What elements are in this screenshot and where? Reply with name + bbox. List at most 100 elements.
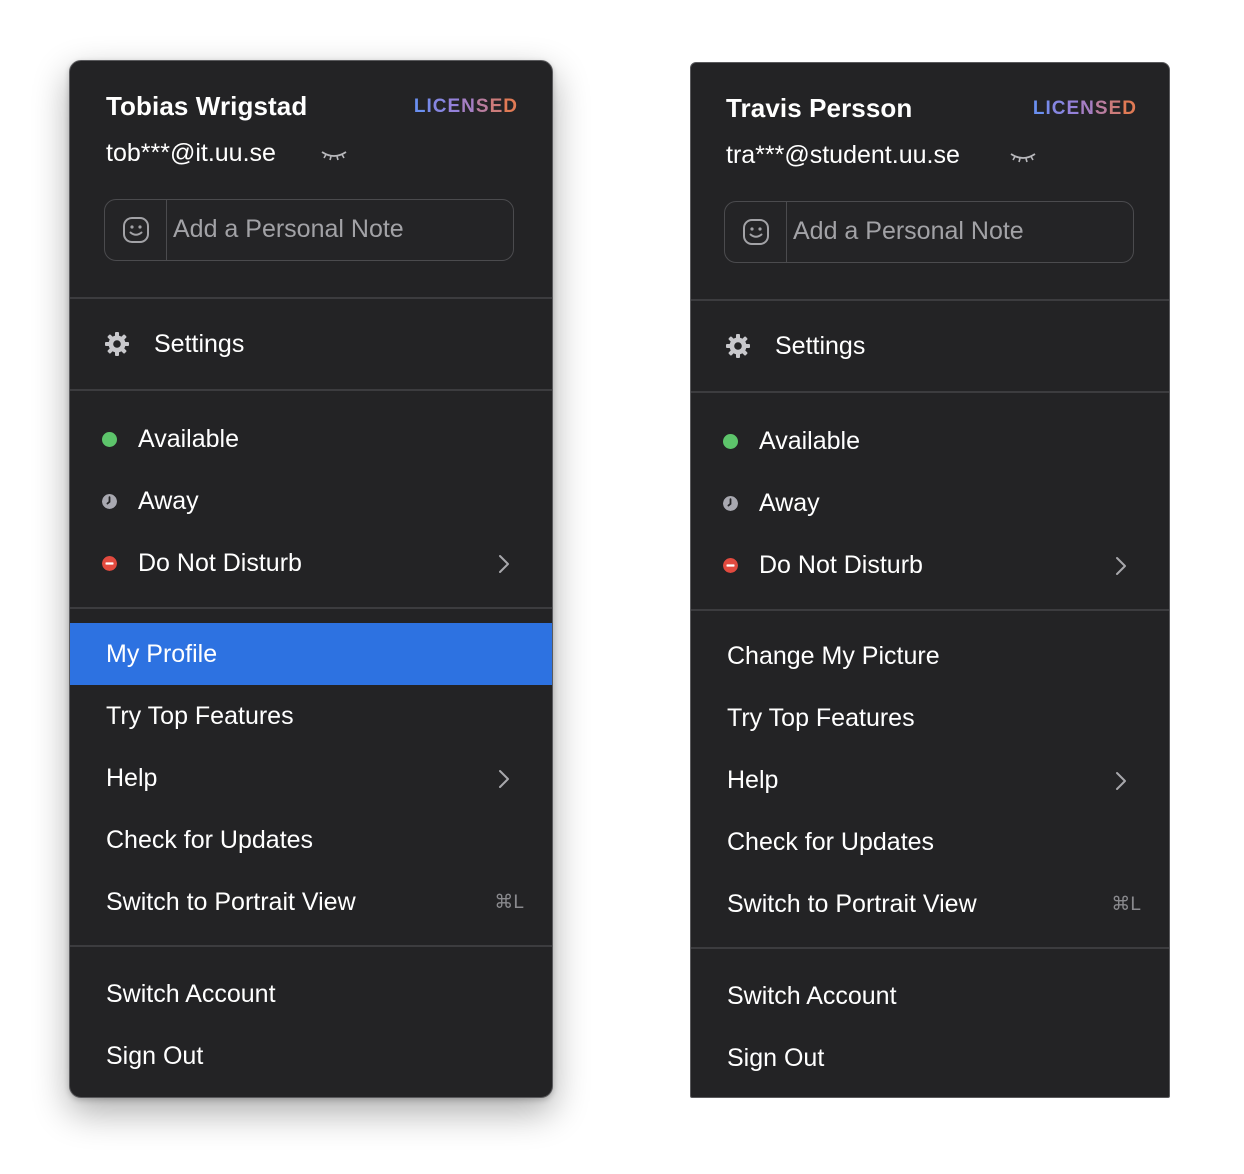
hide-email-eye-icon[interactable] bbox=[320, 146, 348, 164]
status-label: Available bbox=[759, 426, 861, 455]
menu-item-label: Try Top Features bbox=[727, 703, 915, 732]
licensed-badge: LICENSED bbox=[1033, 98, 1137, 120]
main-items-section: My Profile Try Top Features Help Check f… bbox=[70, 609, 552, 945]
menu-item-my-profile[interactable]: My Profile bbox=[70, 623, 552, 685]
personal-note-placeholder: Add a Personal Note bbox=[173, 215, 404, 243]
personal-note-placeholder: Add a Personal Note bbox=[793, 217, 1024, 245]
menu-item-sign-out[interactable]: Sign Out bbox=[691, 1027, 1169, 1089]
badge-letter: D bbox=[503, 96, 518, 117]
status-away[interactable]: Away bbox=[691, 472, 1169, 534]
menu-item-label: Check for Updates bbox=[106, 825, 314, 854]
badge-letter: E bbox=[447, 96, 462, 117]
badge-letter: E bbox=[1108, 98, 1123, 119]
chevron-right-icon bbox=[499, 770, 509, 788]
menu-item-check-for-updates[interactable]: Check for Updates bbox=[691, 811, 1169, 873]
chevron-right-icon bbox=[1116, 772, 1126, 790]
account-section: Switch Account Sign Out bbox=[691, 949, 1169, 1089]
user-email: tra***@student.uu.se bbox=[726, 141, 960, 169]
menu-item-change-my-picture[interactable]: Change My Picture bbox=[691, 625, 1169, 687]
personal-note-input[interactable]: Add a Personal Note bbox=[724, 201, 1134, 263]
settings-item[interactable]: Settings bbox=[70, 313, 552, 375]
menu-item-label: Sign Out bbox=[106, 1041, 204, 1070]
badge-letter: D bbox=[1122, 98, 1137, 119]
emoji-button[interactable] bbox=[725, 202, 787, 262]
menu-item-label: Check for Updates bbox=[727, 827, 935, 856]
menu-item-switch-account[interactable]: Switch Account bbox=[70, 963, 552, 1025]
menu-item-check-for-updates[interactable]: Check for Updates bbox=[70, 809, 552, 871]
account-section: Switch Account Sign Out bbox=[70, 947, 552, 1087]
menu-item-help[interactable]: Help bbox=[691, 749, 1169, 811]
status-label: Do Not Disturb bbox=[759, 550, 923, 579]
menu-item-switch-to-portrait-view[interactable]: Switch to Portrait View ⌘L bbox=[70, 871, 552, 933]
menu-item-label: Change My Picture bbox=[727, 641, 940, 670]
hide-email-eye-icon[interactable] bbox=[1009, 148, 1037, 166]
emoji-button[interactable] bbox=[105, 200, 167, 260]
gear-icon bbox=[105, 332, 129, 356]
menu-item-switch-account[interactable]: Switch Account bbox=[691, 965, 1169, 1027]
account-menu-tobias: Tobias Wrigstad LICENSED tob***@it.uu.se… bbox=[69, 60, 553, 1098]
status-section: Available Away Do Not Disturb bbox=[691, 393, 1169, 609]
menu-item-label: My Profile bbox=[106, 639, 218, 668]
licensed-badge: LICENSED bbox=[414, 96, 518, 118]
away-clock-icon bbox=[723, 496, 738, 511]
settings-item[interactable]: Settings bbox=[691, 315, 1169, 377]
badge-letter: C bbox=[1051, 98, 1067, 119]
user-name: Travis Persson bbox=[726, 93, 913, 123]
settings-section: Settings bbox=[691, 301, 1169, 391]
badge-letter: N bbox=[1080, 98, 1095, 119]
account-menu-travis: Travis Persson LICENSED tra***@student.u… bbox=[690, 62, 1170, 1098]
menu-item-try-top-features[interactable]: Try Top Features bbox=[691, 687, 1169, 749]
settings-label: Settings bbox=[154, 329, 245, 358]
settings-label: Settings bbox=[775, 331, 866, 360]
badge-letter: L bbox=[1032, 98, 1046, 119]
menu-item-label: Switch Account bbox=[106, 979, 276, 1008]
personal-note-input[interactable]: Add a Personal Note bbox=[104, 199, 514, 261]
menu-item-help[interactable]: Help bbox=[70, 747, 552, 809]
available-status-icon bbox=[723, 434, 738, 449]
badge-letter: N bbox=[461, 96, 476, 117]
settings-section: Settings bbox=[70, 299, 552, 389]
menu-item-label: Try Top Features bbox=[106, 701, 294, 730]
main-items-section: Change My Picture Try Top Features Help … bbox=[691, 611, 1169, 947]
chevron-right-icon bbox=[499, 555, 509, 573]
status-section: Available Away Do Not Disturb bbox=[70, 391, 552, 607]
status-away[interactable]: Away bbox=[70, 470, 552, 532]
menu-item-label: Help bbox=[106, 763, 158, 792]
gear-icon bbox=[726, 334, 750, 358]
badge-letter: L bbox=[413, 96, 427, 117]
available-status-icon bbox=[102, 432, 117, 447]
status-available[interactable]: Available bbox=[691, 410, 1169, 472]
menu-item-label: Switch to Portrait View bbox=[106, 887, 356, 916]
status-label: Away bbox=[138, 486, 199, 515]
menu-item-label: Switch Account bbox=[727, 981, 897, 1010]
user-email: tob***@it.uu.se bbox=[106, 139, 276, 167]
status-label: Available bbox=[138, 424, 240, 453]
menu-header: Travis Persson LICENSED tra***@student.u… bbox=[691, 63, 1169, 299]
do-not-disturb-icon bbox=[723, 558, 738, 573]
status-do-not-disturb[interactable]: Do Not Disturb bbox=[691, 534, 1169, 596]
keyboard-shortcut: ⌘L bbox=[1111, 893, 1141, 915]
menu-item-label: Switch to Portrait View bbox=[727, 889, 977, 918]
menu-header: Tobias Wrigstad LICENSED tob***@it.uu.se… bbox=[70, 61, 552, 297]
menu-item-sign-out[interactable]: Sign Out bbox=[70, 1025, 552, 1087]
menu-item-switch-to-portrait-view[interactable]: Switch to Portrait View ⌘L bbox=[691, 873, 1169, 935]
chevron-right-icon bbox=[1116, 557, 1126, 575]
user-name: Tobias Wrigstad bbox=[106, 91, 308, 121]
status-do-not-disturb[interactable]: Do Not Disturb bbox=[70, 532, 552, 594]
menu-item-try-top-features[interactable]: Try Top Features bbox=[70, 685, 552, 747]
status-label: Away bbox=[759, 488, 820, 517]
badge-letter: C bbox=[432, 96, 448, 117]
badge-letter: E bbox=[489, 96, 504, 117]
badge-letter: S bbox=[475, 96, 490, 117]
away-clock-icon bbox=[102, 494, 117, 509]
badge-letter: E bbox=[1066, 98, 1081, 119]
badge-letter: S bbox=[1094, 98, 1109, 119]
keyboard-shortcut: ⌘L bbox=[494, 891, 524, 913]
menu-item-label: Sign Out bbox=[727, 1043, 825, 1072]
smiley-icon bbox=[742, 219, 769, 245]
menu-item-label: Help bbox=[727, 765, 779, 794]
smiley-icon bbox=[122, 217, 149, 243]
status-available[interactable]: Available bbox=[70, 408, 552, 470]
status-label: Do Not Disturb bbox=[138, 548, 302, 577]
do-not-disturb-icon bbox=[102, 556, 117, 571]
